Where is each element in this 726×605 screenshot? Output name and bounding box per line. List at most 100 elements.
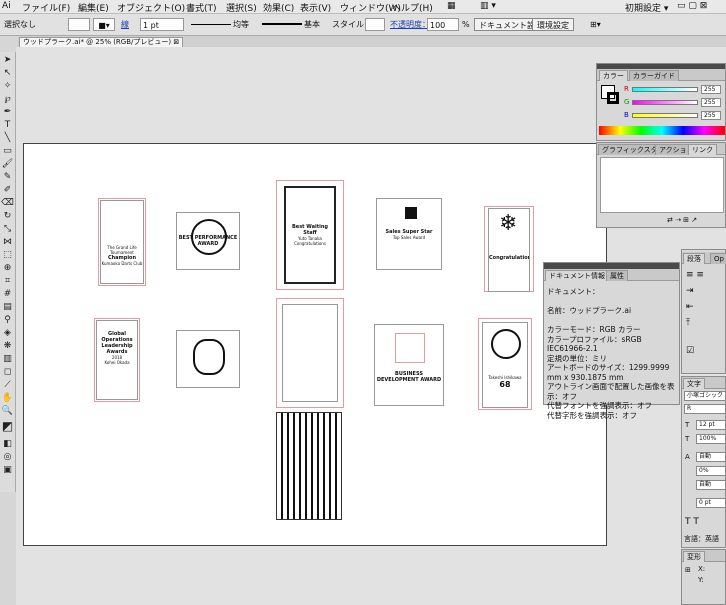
scale-tool-icon[interactable]: ⤡ [1,223,14,236]
stroke-color-swatch[interactable] [607,92,619,104]
menu-view[interactable]: 表示(V) [300,1,331,14]
stroke-swatch[interactable]: ■▾ [93,18,115,31]
opacity-field[interactable]: 100 [427,18,459,31]
align-options-icon[interactable]: ⊞▾ [590,18,601,31]
hyphenate-checkbox[interactable]: ☑ [686,346,694,356]
color-mode-icon[interactable]: ◧ [1,438,14,451]
slice-tool-icon[interactable]: ⟋ [1,379,14,392]
links-footer-icons[interactable]: ⇄ ⇢ ⊞ ↗ [667,216,697,224]
selection-tool-icon[interactable]: ➤ [1,54,14,67]
channel-g-slider[interactable] [632,100,698,105]
type-tool-icon[interactable]: T [1,119,14,132]
menu-type[interactable]: 書式(T) [186,1,217,14]
window-controls[interactable]: ▭ ▢ ⊠ [677,1,707,11]
zoom-tool-icon[interactable]: 🔍 [1,405,14,418]
bridge-icon[interactable]: ▦ [447,1,456,11]
graph-tool-icon[interactable]: ▥ [1,353,14,366]
kerning-field[interactable]: 自動 [696,480,726,490]
plaque-best-performance[interactable]: BEST PERFORMANCE AWARD [176,212,240,270]
channel-r-value[interactable]: 255 [701,85,721,94]
tab-links[interactable]: リンク [688,144,717,155]
eraser-tool-icon[interactable]: ⌫ [1,197,14,210]
horizontal-scale-field[interactable]: 100% [696,434,726,444]
width-tool-icon[interactable]: ⋈ [1,236,14,249]
type-style-icons[interactable]: T T [685,517,699,527]
document-tab[interactable]: ウッドプラーク.ai* @ 25% (RGB/プレビュー) ⊠ [19,37,184,47]
menu-edit[interactable]: 編集(E) [78,1,109,14]
draw-mode-icon[interactable]: ◎ [1,451,14,464]
tab-paragraph[interactable]: 段落 [683,253,705,264]
paintbrush-tool-icon[interactable]: 🖌 [1,158,14,171]
menu-select[interactable]: 選択(S) [226,1,257,14]
font-size-field[interactable]: 12 pt [696,420,726,430]
plaque-sales-star[interactable]: Sales Super Star Top Sales Award [376,198,442,270]
direct-selection-tool-icon[interactable]: ↖ [1,67,14,80]
perspective-grid-icon[interactable]: ⌗ [1,275,14,288]
brush-select[interactable]: 基本 [304,18,320,31]
channel-g-value[interactable]: 255 [701,98,721,107]
profile-select[interactable]: 均等 [233,18,249,31]
space-before-icon[interactable]: ⤒ [686,318,690,328]
leading-field[interactable]: 自動 [696,452,726,462]
fill-stroke-icon[interactable]: ◩ [1,420,14,433]
plaque-blank[interactable] [282,304,338,402]
channel-r-slider[interactable] [632,87,698,92]
tab-transform[interactable]: 変形 [683,551,705,562]
symbol-sprayer-icon[interactable]: ❋ [1,340,14,353]
channel-b-value[interactable]: 255 [701,111,721,120]
magic-wand-icon[interactable]: ✧ [1,80,14,93]
shape-builder-icon[interactable]: ⊕ [1,262,14,275]
align-icons[interactable]: ≡ ≡ [686,270,704,280]
baseline-shift-field[interactable]: 0 pt [696,498,726,508]
menu-help[interactable]: ヘルプ(H) [392,1,433,14]
stroke-label[interactable]: 線 [121,18,129,31]
menu-effect[interactable]: 効果(C) [263,1,294,14]
arrange-icon[interactable]: ▥ ▾ [480,1,496,11]
tab-color-guide[interactable]: カラーガイド [629,70,679,81]
hand-tool-icon[interactable]: ✋ [1,392,14,405]
indent-first-icon[interactable]: ⇤ [686,302,694,312]
pen-tool-icon[interactable]: ✒ [1,106,14,119]
font-family-field[interactable]: 小塚ゴシック [684,391,726,401]
font-style-field[interactable]: R [684,404,726,414]
opacity-label[interactable]: 不透明度： [390,18,430,31]
plaque-crest[interactable] [176,330,240,388]
gradient-tool-icon[interactable]: ▤ [1,301,14,314]
tab-document-info[interactable]: ドキュメント情報 [545,270,609,281]
blend-tool-icon[interactable]: ◈ [1,327,14,340]
plaque-grid-pattern[interactable] [276,412,342,520]
menu-file[interactable]: ファイル(F) [22,1,70,14]
rectangle-tool-icon[interactable]: ▭ [1,145,14,158]
plaque-snowflake[interactable]: ❄ Congratulations [488,208,530,292]
plaque-business-dev[interactable]: BUSINESS DEVELOPMENT AWARD [374,324,444,406]
workspace-switcher[interactable]: 初期設定 ▾ [625,1,668,14]
blob-brush-icon[interactable]: ✐ [1,184,14,197]
free-transform-icon[interactable]: ⬚ [1,249,14,262]
tracking-field[interactable]: 0% [696,466,726,476]
line-tool-icon[interactable]: ╲ [1,132,14,145]
plaque-waiting-staff[interactable]: Best Waiting Staff Yuto Tanaka Congratul… [284,186,336,284]
plaque-champion[interactable]: The Grand Life Tournament Champion Kumao… [100,200,144,284]
plaque-68[interactable]: Takeshi Ishikawa 68 [482,322,528,408]
mesh-tool-icon[interactable]: # [1,288,14,301]
pencil-tool-icon[interactable]: ✎ [1,171,14,184]
language-label[interactable]: 言語：英語 [684,534,719,544]
tab-close-icon[interactable]: ⊠ [173,38,179,46]
plaque-global-ops[interactable]: Global Operations Leadership Awards 2018… [96,320,138,400]
tab-opentype[interactable]: Op [710,253,726,264]
indent-left-icon[interactable]: ⇥ [686,286,694,296]
links-list[interactable] [600,157,724,213]
tab-attributes[interactable]: 属性 [606,270,628,281]
tab-character[interactable]: 文字 [683,378,705,389]
color-spectrum[interactable] [599,126,725,135]
screen-mode-icon[interactable]: ▣ [1,464,14,477]
channel-b-slider[interactable] [632,113,698,118]
style-swatch[interactable] [365,18,385,31]
stroke-weight-field[interactable]: 1 pt [140,18,184,31]
preferences-button[interactable]: 環境設定 [532,18,574,31]
artboard[interactable]: The Grand Life Tournament Champion Kumao… [23,143,607,546]
rotate-tool-icon[interactable]: ↻ [1,210,14,223]
tab-color[interactable]: カラー [599,70,628,81]
fill-swatch[interactable] [68,18,90,31]
artboard-tool-icon[interactable]: ◻ [1,366,14,379]
